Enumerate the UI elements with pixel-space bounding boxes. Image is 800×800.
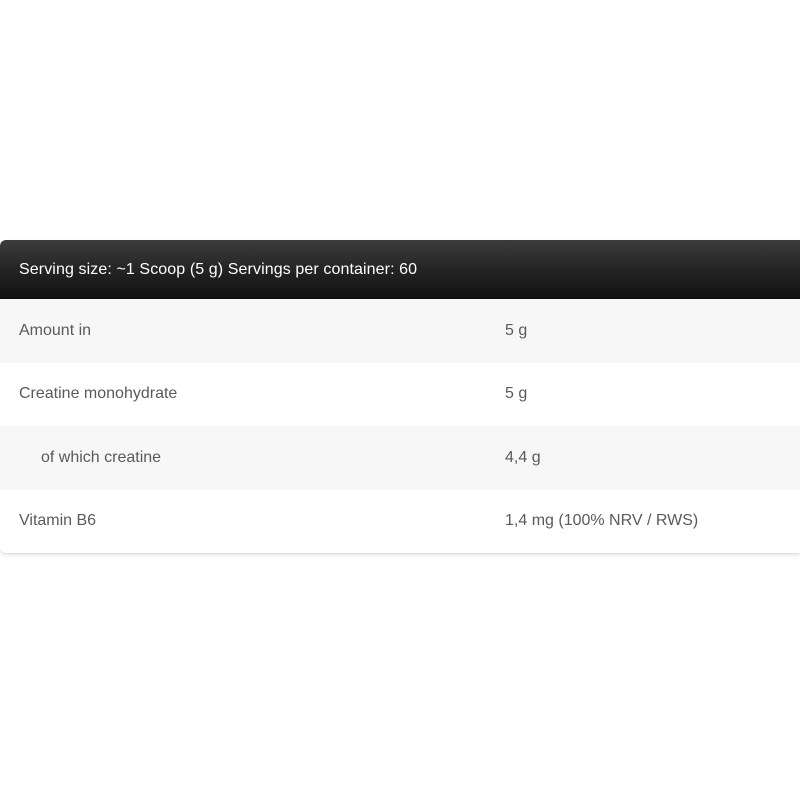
nutrient-name: Creatine monohydrate	[19, 385, 178, 403]
nutrient-value: 4,4 g	[505, 448, 541, 466]
nutrient-value: 5 g	[505, 321, 528, 339]
table-row: Creatine monohydrate 5 g	[0, 362, 800, 426]
nutrient-name: Amount in	[19, 321, 92, 339]
table-row: of which creatine 4,4 g	[0, 426, 800, 490]
nutrient-name: of which creatine	[41, 448, 162, 466]
table-header: Serving size: ~1 Scoop (5 g) Servings pe…	[0, 240, 800, 299]
nutrient-value: 1,4 mg (100% NRV / RWS)	[505, 512, 699, 530]
table-row: Amount in 5 g	[0, 299, 800, 363]
nutrient-value: 5 g	[505, 385, 528, 403]
nutrition-table: Serving size: ~1 Scoop (5 g) Servings pe…	[0, 240, 800, 553]
nutrient-name: Vitamin B6	[19, 512, 97, 530]
table-row: Vitamin B6 1,4 mg (100% NRV / RWS)	[0, 489, 800, 553]
